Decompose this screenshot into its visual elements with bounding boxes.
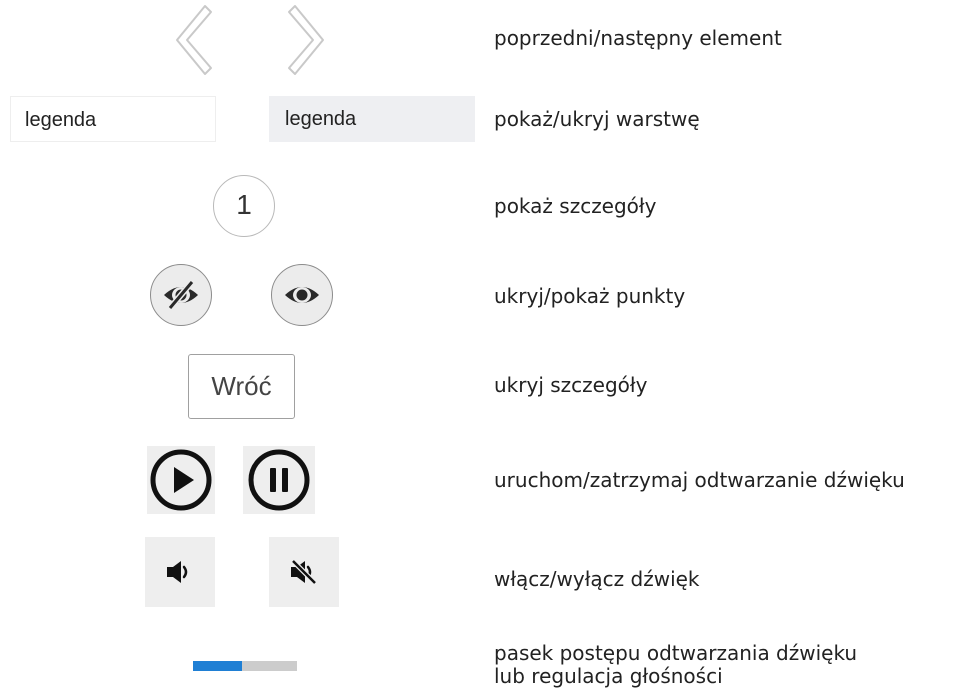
volume-icon	[167, 561, 188, 583]
pause-circle-icon	[248, 449, 310, 511]
prev-button[interactable]	[165, 2, 221, 78]
eye-slash-icon	[164, 280, 198, 310]
pause-button[interactable]	[243, 446, 315, 514]
sound-description: włącz/wyłącz dźwięk	[494, 567, 700, 591]
play-button[interactable]	[147, 446, 215, 514]
legend-description: pokaż/ukryj warstwę	[494, 107, 700, 131]
chevron-left-icon	[176, 5, 212, 75]
progress-fill	[193, 661, 242, 671]
next-button[interactable]	[279, 2, 335, 78]
chevron-right-icon	[288, 5, 324, 75]
eye-icon	[285, 287, 319, 303]
details-description: pokaż szczegóły	[494, 194, 657, 218]
audio-progress-bar[interactable]	[193, 661, 297, 671]
sound-off-button[interactable]	[269, 537, 339, 607]
legend-button-active[interactable]: legenda	[269, 96, 475, 142]
progress-description-line1: pasek postępu odtwarzania dźwięku	[494, 641, 858, 665]
nav-description: poprzedni/następny element	[494, 26, 782, 50]
hide-points-button[interactable]	[150, 264, 212, 326]
back-description: ukryj szczegóły	[494, 373, 648, 397]
points-description: ukryj/pokaż punkty	[494, 284, 686, 308]
back-button[interactable]: Wróć	[188, 354, 295, 419]
show-points-button[interactable]	[271, 264, 333, 326]
volume-mute-icon	[291, 559, 317, 585]
legend-button-inactive[interactable]: legenda	[10, 96, 216, 142]
progress-description-line2: lub regulacja głośności	[494, 664, 723, 688]
play-circle-icon	[150, 449, 212, 511]
sound-on-button[interactable]	[145, 537, 215, 607]
playback-description: uruchom/zatrzymaj odtwarzanie dźwięku	[494, 468, 905, 492]
details-number-button[interactable]: 1	[213, 175, 275, 237]
